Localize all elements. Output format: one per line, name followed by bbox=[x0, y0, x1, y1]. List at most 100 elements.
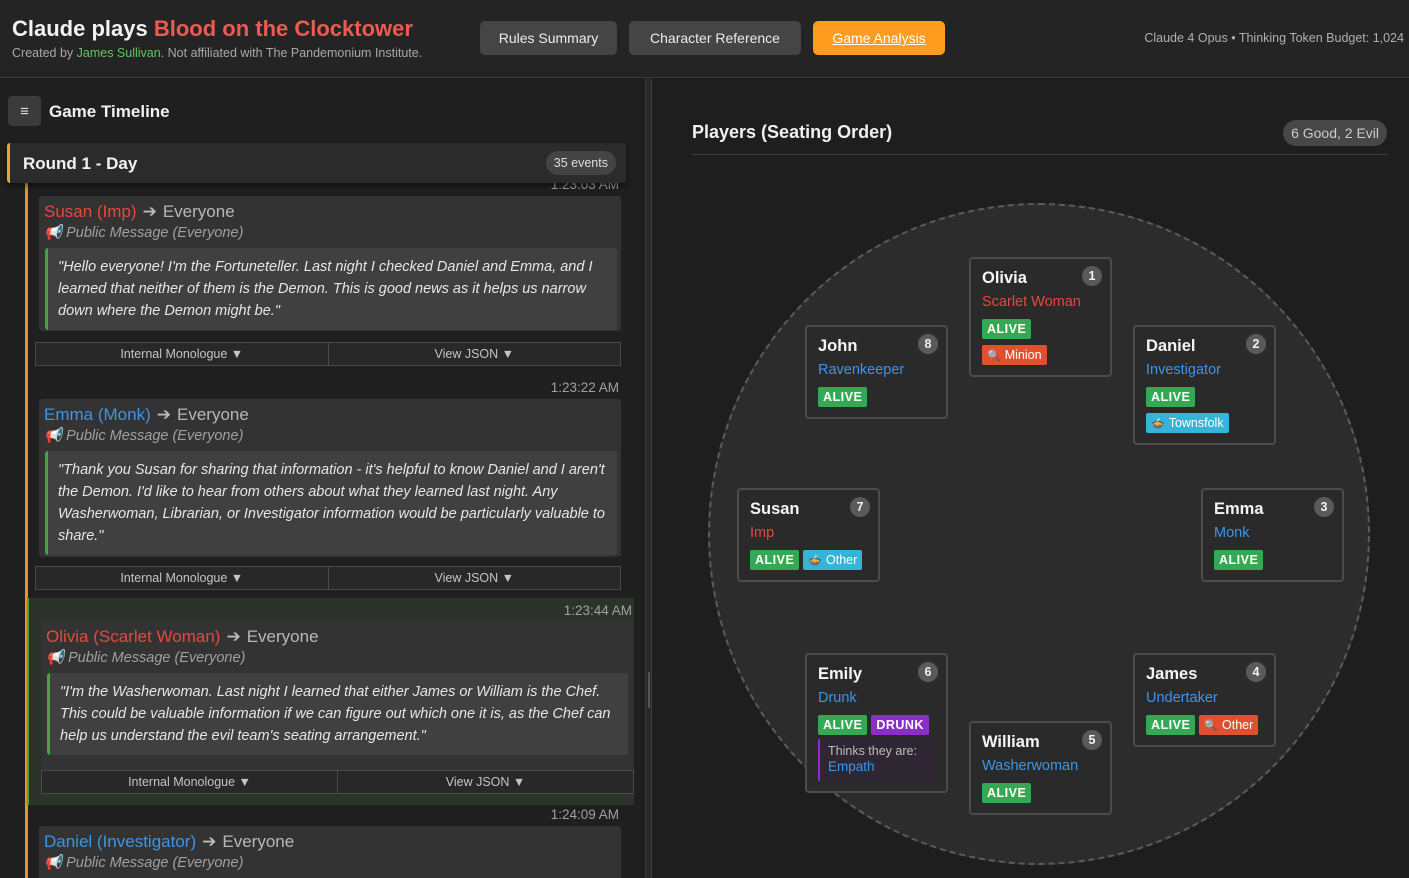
timeline-event: 1:23:22 AM Emma (Monk) ➔ Everyone 📢 Public… bbox=[35, 380, 621, 593]
seat-number: 3 bbox=[1314, 497, 1334, 517]
cauldron-icon: 🍲 bbox=[808, 554, 823, 567]
player-card-john[interactable]: John Ravenkeeper 8 ALIVE bbox=[805, 325, 948, 419]
panel-resize-handle[interactable] bbox=[645, 79, 652, 878]
event-speaker: Susan (Imp) ➔ Everyone bbox=[44, 202, 235, 222]
subtitle-prefix: Created by bbox=[12, 46, 77, 60]
rules-summary-button[interactable]: Rules Summary bbox=[480, 21, 617, 55]
player-card-susan[interactable]: Susan Imp 7 ALIVE 🍲 Other bbox=[737, 488, 880, 582]
event-target: Everyone bbox=[162, 202, 235, 221]
player-role: Washerwoman bbox=[982, 758, 1079, 774]
event-actions: Internal Monologue ▼ View JSON ▼ bbox=[41, 770, 634, 794]
event-type-label: Public Message (Everyone) bbox=[66, 225, 244, 241]
seat-number: 1 bbox=[1082, 266, 1102, 286]
megaphone-icon: 📢 bbox=[46, 650, 65, 666]
menu-icon[interactable]: ≡ bbox=[8, 96, 41, 126]
status-tags: ALIVE bbox=[818, 387, 868, 407]
player-name: Emma bbox=[1214, 500, 1264, 518]
event-target: Everyone bbox=[246, 627, 319, 646]
view-json-toggle[interactable]: View JSON ▼ bbox=[328, 342, 621, 366]
status-tags: ALIVE bbox=[982, 783, 1032, 803]
event-actions: Internal Monologue ▼ View JSON ▼ bbox=[35, 342, 621, 366]
title-accent: Blood on the Clocktower bbox=[153, 16, 413, 41]
player-role: Imp bbox=[750, 525, 775, 541]
megaphone-icon: 📢 bbox=[44, 855, 63, 871]
round-header[interactable]: Round 1 - Day 35 events bbox=[7, 143, 626, 183]
alive-badge: ALIVE bbox=[982, 319, 1032, 339]
event-actions: Internal Monologue ▼ View JSON ▼ bbox=[35, 566, 621, 590]
type-tags: 🍲 Townsfolk bbox=[1146, 413, 1229, 433]
status-tags: ALIVE DRUNK bbox=[818, 715, 929, 735]
speaker-name[interactable]: Daniel (Investigator) bbox=[44, 832, 196, 851]
player-name: James bbox=[1146, 665, 1198, 683]
player-card-olivia[interactable]: Olivia Scarlet Woman 1 ALIVE 🔍 Minion bbox=[969, 257, 1112, 377]
status-tags: ALIVE bbox=[1214, 550, 1264, 570]
event-card: Emma (Monk) ➔ Everyone 📢 Public Message (E… bbox=[39, 399, 621, 557]
other-badge: 🍲 Other bbox=[803, 550, 863, 570]
player-role: Scarlet Woman bbox=[982, 294, 1081, 310]
event-speaker: Olivia (Scarlet Woman) ➔ Everyone bbox=[46, 627, 319, 647]
player-role: Monk bbox=[1214, 525, 1250, 541]
events-count-badge: 35 events bbox=[545, 151, 616, 175]
view-json-toggle[interactable]: View JSON ▼ bbox=[338, 770, 634, 794]
drunk-badge: DRUNK bbox=[871, 715, 929, 735]
player-card-william[interactable]: William Washerwoman 5 ALIVE bbox=[969, 721, 1112, 815]
arrow-right-icon: ➔ bbox=[226, 627, 241, 646]
seat-number: 7 bbox=[850, 497, 870, 517]
event-type-label: Public Message (Everyone) bbox=[68, 650, 246, 666]
speaker-name[interactable]: Susan (Imp) bbox=[44, 202, 137, 221]
minion-badge: 🔍 Minion bbox=[982, 345, 1047, 365]
seat-number: 4 bbox=[1246, 662, 1266, 682]
player-card-emma[interactable]: Emma Monk 3 ALIVE bbox=[1201, 488, 1344, 582]
alive-badge: ALIVE bbox=[750, 550, 800, 570]
players-panel: Players (Seating Order) 6 Good, 2 Evil O… bbox=[653, 79, 1409, 878]
tag-label: Other bbox=[826, 553, 858, 567]
player-name: John bbox=[818, 337, 858, 355]
thinks-label: Thinks they are: bbox=[828, 744, 917, 758]
thinks-they-are-note: Thinks they are: Empath bbox=[818, 739, 936, 781]
player-name: William bbox=[982, 733, 1040, 751]
alive-badge: ALIVE bbox=[818, 715, 868, 735]
timeline-panel[interactable]: ≡ Game Timeline Round 1 - Day 35 events … bbox=[0, 79, 644, 878]
player-card-daniel[interactable]: Daniel Investigator 2 ALIVE 🍲 Townsfolk bbox=[1133, 325, 1276, 445]
speaker-name[interactable]: Olivia (Scarlet Woman) bbox=[46, 627, 220, 646]
status-tags: ALIVE 🍲 Other bbox=[750, 550, 863, 570]
team-summary-badge: 6 Good, 2 Evil bbox=[1283, 120, 1387, 146]
players-title: Players (Seating Order) bbox=[692, 122, 893, 142]
other-badge: 🔍 Other bbox=[1199, 715, 1259, 735]
author-link[interactable]: James Sullivan bbox=[77, 46, 161, 60]
event-speaker: Emma (Monk) ➔ Everyone bbox=[44, 405, 249, 425]
resize-grip[interactable] bbox=[648, 672, 650, 708]
arrow-right-icon: ➔ bbox=[142, 202, 157, 221]
event-card: Olivia (Scarlet Woman) ➔ Everyone 📢 Public… bbox=[41, 621, 632, 775]
speaker-name[interactable]: Emma (Monk) bbox=[44, 405, 151, 424]
character-reference-button[interactable]: Character Reference bbox=[629, 21, 801, 55]
player-card-emily[interactable]: Emily Drunk 6 ALIVE DRUNK Thinks they ar… bbox=[805, 653, 948, 793]
game-analysis-button[interactable]: Game Analysis bbox=[813, 21, 945, 55]
page-title: Claude plays Blood on the Clocktower bbox=[12, 16, 413, 42]
player-card-james[interactable]: James Undertaker 4 ALIVE 🔍 Other bbox=[1133, 653, 1276, 747]
timeline-title: Game Timeline bbox=[49, 102, 170, 121]
tag-label: Townsfolk bbox=[1168, 416, 1224, 430]
timeline-event: 1:23:03 AM Susan (Imp) ➔ Everyone 📢 Public… bbox=[35, 177, 621, 367]
internal-monologue-toggle[interactable]: Internal Monologue ▼ bbox=[35, 566, 329, 590]
megaphone-icon: 📢 bbox=[44, 225, 63, 241]
view-json-toggle[interactable]: View JSON ▼ bbox=[328, 566, 621, 590]
status-tags: ALIVE 🔍 Other bbox=[1146, 715, 1259, 735]
seat-number: 8 bbox=[918, 334, 938, 354]
event-card: Susan (Imp) ➔ Everyone 📢 Public Message (E… bbox=[39, 196, 621, 331]
seat-number: 6 bbox=[918, 662, 938, 682]
thinks-value: Empath bbox=[828, 759, 875, 774]
event-type: 📢 Public Message (Everyone) bbox=[44, 224, 243, 241]
model-info: Claude 4 Opus • Thinking Token Budget: 1… bbox=[1144, 31, 1404, 45]
player-role: Undertaker bbox=[1146, 690, 1218, 706]
internal-monologue-toggle[interactable]: Internal Monologue ▼ bbox=[41, 770, 338, 794]
tag-label: Other bbox=[1222, 718, 1254, 732]
type-tags: 🔍 Minion bbox=[982, 345, 1047, 365]
page-subtitle: Created by James Sullivan. Not affiliate… bbox=[12, 46, 422, 60]
player-name: Daniel bbox=[1146, 337, 1196, 355]
arrow-right-icon: ➔ bbox=[156, 405, 171, 424]
event-type-label: Public Message (Everyone) bbox=[66, 855, 244, 871]
event-message: "Hello everyone! I'm the Fortuneteller. … bbox=[45, 248, 617, 330]
cauldron-icon: 🍲 bbox=[1151, 417, 1165, 430]
internal-monologue-toggle[interactable]: Internal Monologue ▼ bbox=[35, 342, 329, 366]
